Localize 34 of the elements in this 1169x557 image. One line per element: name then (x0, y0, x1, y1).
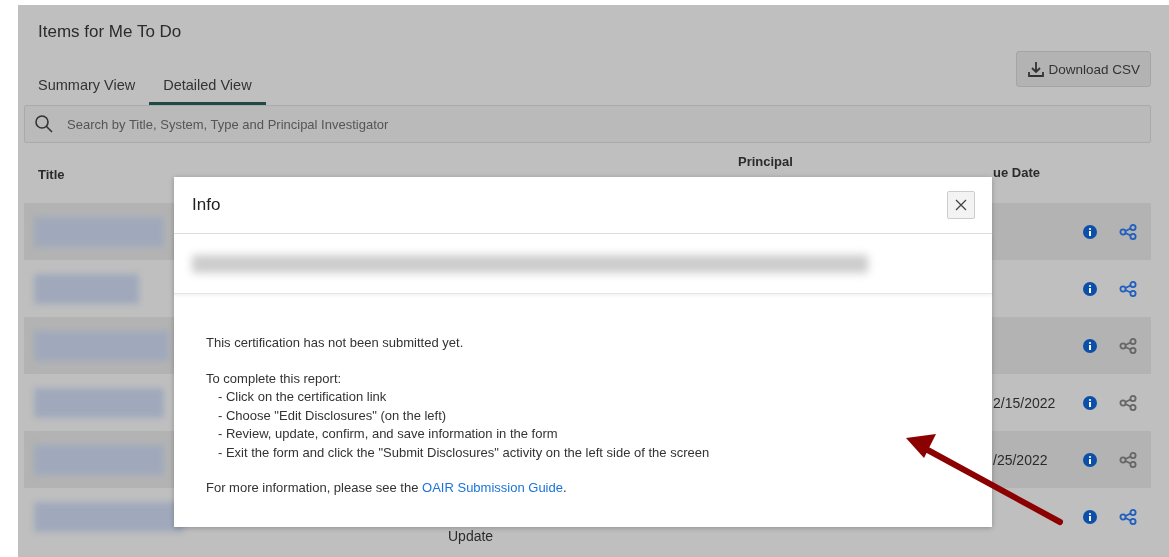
download-csv-button[interactable]: Download CSV (1016, 51, 1151, 87)
share-icon[interactable] (1119, 280, 1137, 297)
info-icon[interactable] (1083, 338, 1097, 353)
column-header: Title (38, 167, 65, 182)
steps-heading: To complete this report: (206, 369, 343, 388)
view-tab[interactable]: Summary View (24, 69, 150, 105)
info-icon[interactable] (1083, 281, 1097, 296)
close-icon (955, 199, 967, 211)
info-icon[interactable] (1083, 395, 1097, 410)
info-icon[interactable] (1083, 452, 1097, 467)
table-cell: /25/2022 (993, 451, 1048, 468)
search-field[interactable]: Search by Title, System, Type and Principal Investigator (24, 105, 1151, 143)
table-cell: 2/15/2022 (993, 394, 1056, 411)
guide-link[interactable]: OAIR Submission Guide (422, 480, 563, 495)
share-icon[interactable] (1119, 451, 1137, 468)
step-text: - Review, update, confirm, and save information in the form (217, 425, 559, 443)
step-text: - Click on the certification link (217, 388, 388, 406)
step-text: - Choose "Edit Disclosures" (on the left) (217, 406, 448, 425)
column-header: ue Date (993, 165, 1040, 180)
close-button[interactable] (947, 191, 975, 219)
info-icon[interactable] (1083, 509, 1097, 524)
share-icon[interactable] (1119, 394, 1137, 411)
step-text: - Exit the form and click the "Submit Disclosures" activity on the left side of the screen (217, 443, 711, 462)
column-header: Principal (738, 154, 793, 169)
footer-text: For more information, please see the OAIR Submission Guide. (206, 479, 568, 497)
dialog-message: This certification has not been submitted yet. (206, 334, 465, 352)
info-icon[interactable] (1083, 224, 1097, 239)
table-cell: Update (448, 528, 494, 544)
dialog-title: Info (192, 195, 221, 215)
page-title: Items for Me To Do (37, 21, 183, 42)
share-icon[interactable] (1119, 337, 1137, 354)
share-icon[interactable] (1119, 223, 1137, 240)
share-icon[interactable] (1119, 508, 1137, 525)
download-icon (1027, 60, 1046, 78)
